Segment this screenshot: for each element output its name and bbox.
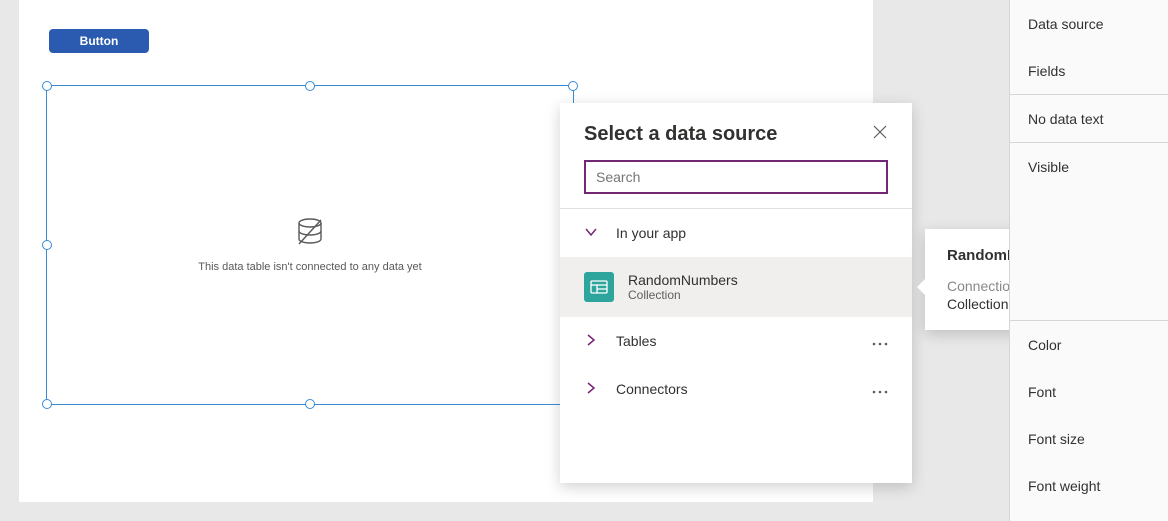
prop-color[interactable]: Color (1010, 321, 1168, 368)
prop-font[interactable]: Font (1010, 368, 1168, 415)
in-your-app-section[interactable]: In your app (560, 209, 912, 257)
empty-table-text: This data table isn't connected to any d… (198, 261, 421, 273)
data-source-flyout: Select a data source In your app RandomN… (560, 103, 912, 483)
properties-panel: Data source Fields No data text Visible … (1009, 0, 1168, 521)
tables-section[interactable]: Tables (560, 317, 912, 365)
close-icon[interactable] (872, 124, 888, 145)
prop-no-data-text[interactable]: No data text (1010, 95, 1168, 142)
tables-label: Tables (616, 333, 656, 349)
in-your-app-label: In your app (616, 225, 686, 241)
prop-fields[interactable]: Fields (1010, 47, 1168, 94)
data-source-item-randomnumbers[interactable]: RandomNumbers Collection (560, 257, 912, 317)
chevron-down-icon (584, 225, 598, 242)
more-icon[interactable] (872, 381, 888, 397)
connectors-section[interactable]: Connectors (560, 365, 912, 413)
button-control[interactable]: Button (49, 29, 149, 53)
search-input-wrapper[interactable] (584, 160, 888, 194)
data-source-item-name: RandomNumbers (628, 272, 738, 288)
more-icon[interactable] (872, 333, 888, 349)
search-input[interactable] (596, 169, 876, 185)
database-icon (294, 217, 326, 247)
prop-visible[interactable]: Visible (1010, 143, 1168, 190)
prop-font-weight[interactable]: Font weight (1010, 462, 1168, 509)
flyout-title: Select a data source (584, 123, 777, 146)
chevron-right-icon (584, 381, 598, 398)
collection-icon (584, 272, 614, 302)
connectors-label: Connectors (616, 381, 688, 397)
data-table-selection[interactable]: This data table isn't connected to any d… (46, 85, 574, 405)
prop-font-size[interactable]: Font size (1010, 415, 1168, 462)
button-label: Button (80, 34, 119, 48)
chevron-right-icon (584, 333, 598, 350)
data-source-item-subtitle: Collection (628, 288, 738, 302)
empty-table-placeholder: This data table isn't connected to any d… (47, 86, 573, 404)
prop-data-source[interactable]: Data source (1010, 0, 1168, 47)
